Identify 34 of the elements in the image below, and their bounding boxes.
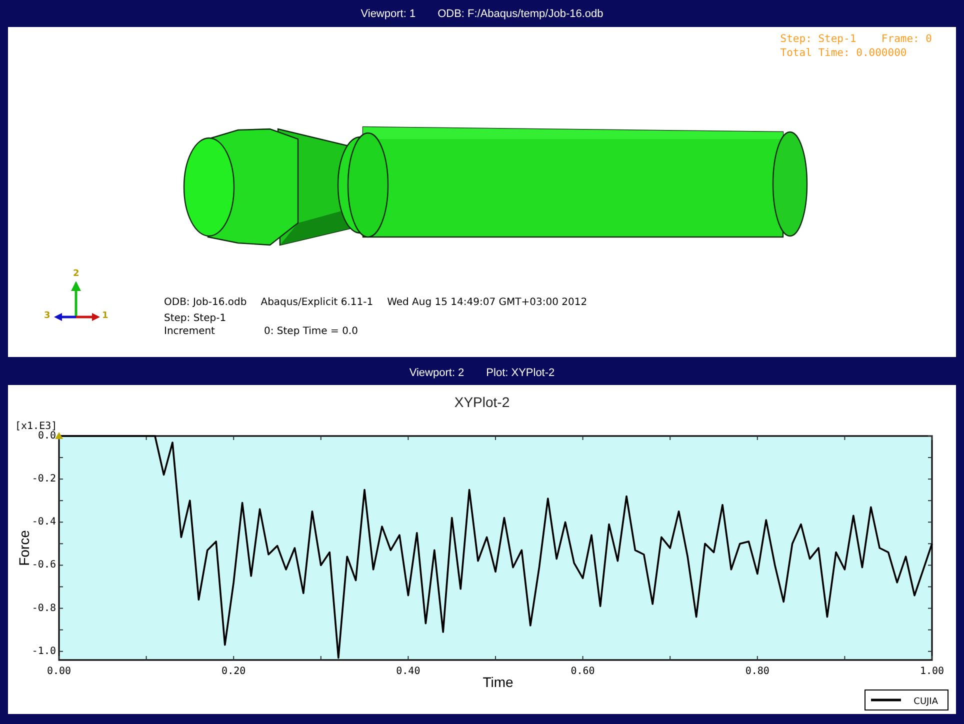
chart-title: XYPlot-2 bbox=[454, 394, 510, 410]
y-tick-label: -0.2 bbox=[32, 474, 56, 485]
plot-name: Plot: XYPlot-2 bbox=[486, 366, 555, 378]
marker-icon bbox=[55, 432, 63, 439]
legend-line-icon bbox=[871, 698, 901, 702]
x-tick-label: 0.60 bbox=[570, 666, 595, 677]
x-tick-label: 0.00 bbox=[46, 666, 72, 677]
y-tick-label: 0.0 bbox=[38, 430, 56, 442]
axis-label: 3 bbox=[44, 311, 50, 321]
x-axis-title: Time bbox=[482, 674, 514, 690]
y-tick-label: -0.8 bbox=[32, 602, 56, 614]
viewport-label: Viewport: 1 bbox=[360, 8, 416, 20]
increment-label: Increment bbox=[164, 326, 216, 338]
step-status-text: Total Time: 0.000000 bbox=[780, 46, 908, 60]
step-status-text: Step: Step-1 Frame: 0 bbox=[780, 32, 932, 46]
y-tick-label: -0.6 bbox=[32, 560, 56, 571]
axis-label: 2 bbox=[73, 269, 80, 279]
y-tick-label: -1.0 bbox=[32, 646, 56, 657]
x-tick-label: 0.40 bbox=[396, 666, 420, 677]
step-text: Step: Step-1 bbox=[164, 313, 226, 325]
increment-value: 0: Step Time = 0.0 bbox=[264, 326, 358, 338]
y-tick-label: -0.4 bbox=[32, 516, 56, 528]
y-scale-label: [x1.E3] bbox=[15, 421, 58, 432]
odb-name: ODB: Job-16.odb bbox=[164, 297, 247, 309]
legend-label: CUJIA bbox=[914, 697, 938, 707]
x-tick-label: 0.20 bbox=[222, 666, 246, 677]
x-tick-label: 1.00 bbox=[920, 666, 944, 677]
solver-version: Abaqus/Explicit 6.11-1 bbox=[260, 297, 374, 309]
axis-label: 1 bbox=[102, 311, 108, 321]
date-text: Wed Aug 15 14:49:07 GMT+03:00 2012 bbox=[387, 297, 588, 309]
odb-path: ODB: F:/Abaqus/temp/Job-16.odb bbox=[438, 8, 604, 20]
x-tick-label: 0.80 bbox=[745, 666, 770, 677]
viewport-label: Viewport: 2 bbox=[409, 366, 464, 378]
y-axis-title: Force bbox=[16, 530, 32, 566]
